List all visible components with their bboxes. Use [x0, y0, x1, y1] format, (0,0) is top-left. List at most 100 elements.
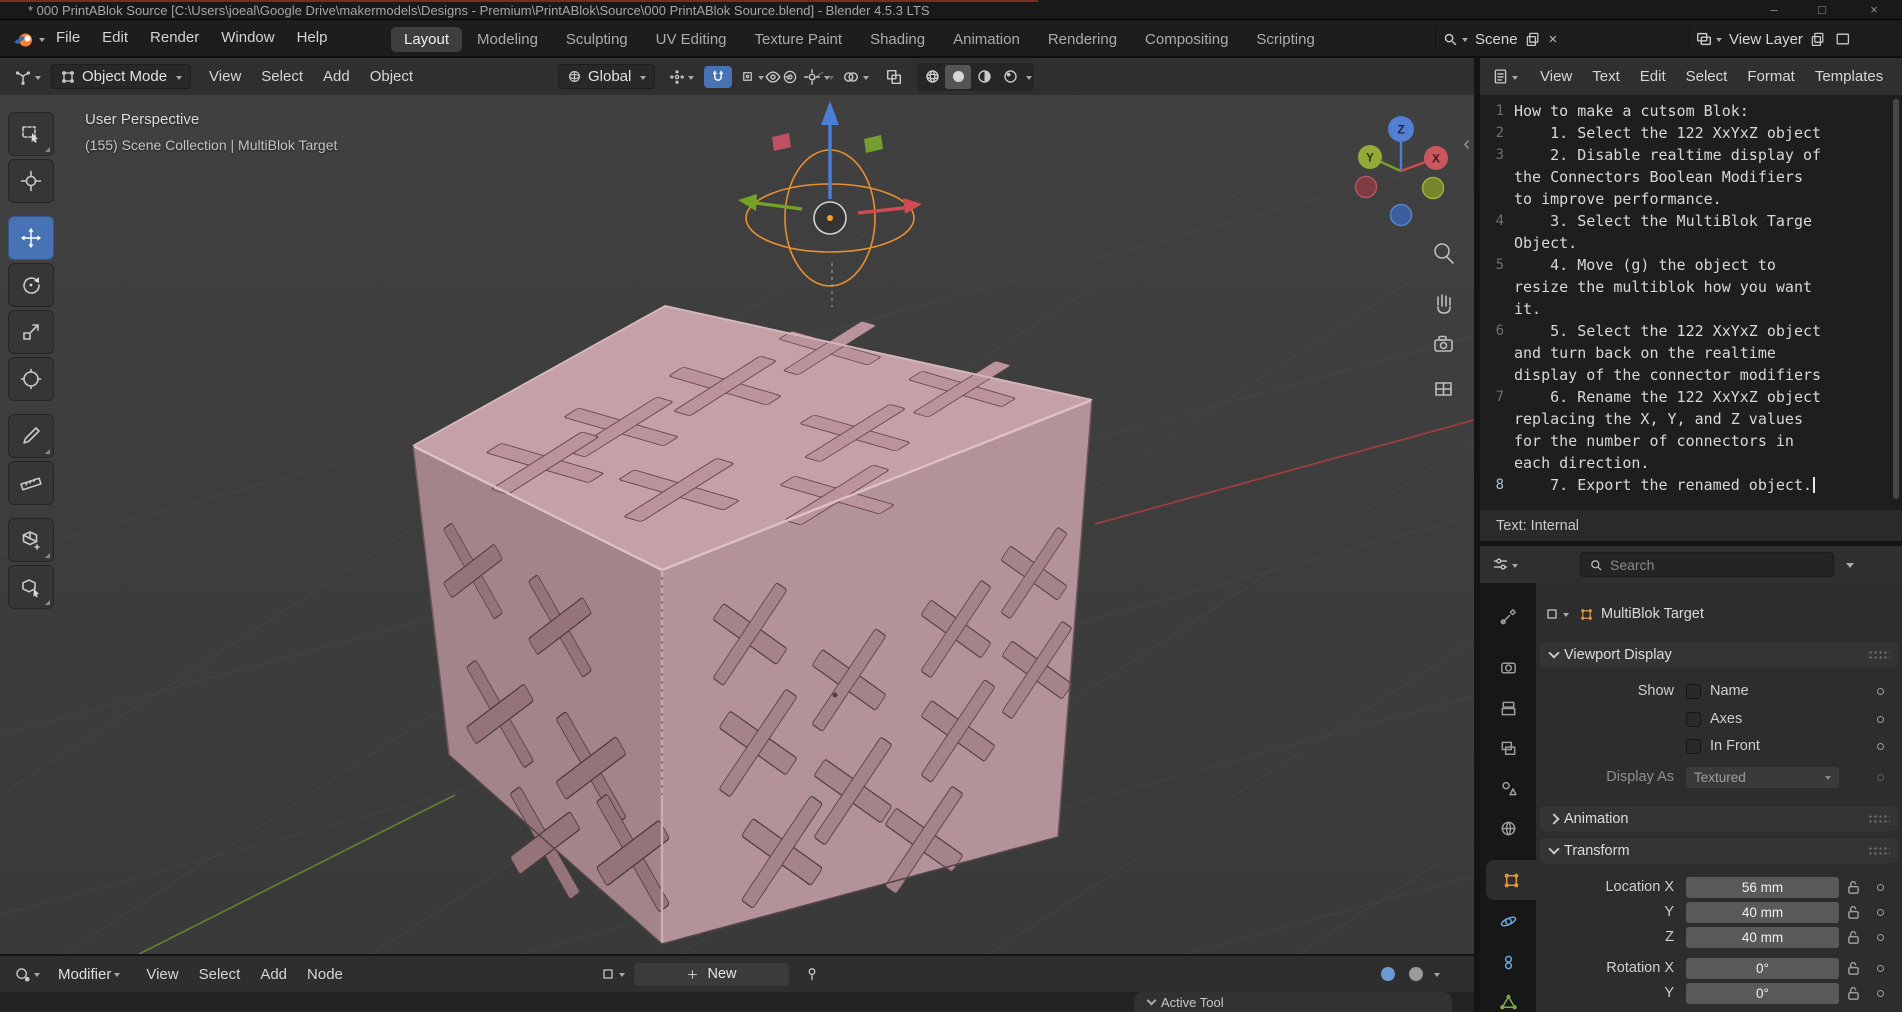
move-tool[interactable]	[8, 216, 54, 260]
pin-icon[interactable]	[804, 966, 820, 982]
text-menu-templates[interactable]: Templates	[1805, 68, 1893, 85]
workspace-tab-layout[interactable]: Layout	[391, 26, 463, 52]
node-tree-type-dropdown[interactable]: Modifier	[52, 963, 126, 986]
animate-dot[interactable]	[1877, 742, 1884, 750]
tab-tool[interactable]	[1480, 596, 1536, 636]
text-line[interactable]: for the number of connectors in	[1480, 430, 1902, 452]
move-gizmo[interactable]	[738, 101, 922, 235]
pivot-point-dropdown[interactable]	[663, 66, 700, 88]
menu-render[interactable]: Render	[139, 20, 210, 58]
tab-output[interactable]	[1480, 688, 1536, 728]
tab-view-layer[interactable]	[1480, 728, 1536, 768]
tab-scene[interactable]	[1480, 768, 1536, 808]
checkbox-in-front[interactable]	[1686, 738, 1701, 754]
editor-type-3d-viewport-icon[interactable]	[8, 65, 47, 89]
workspace-tab-compositing[interactable]: Compositing	[1132, 27, 1241, 52]
location-y-field[interactable]: 40 mm	[1686, 901, 1839, 923]
gizmo-xz-plane-handle[interactable]	[772, 133, 791, 151]
animate-dot[interactable]	[1877, 933, 1884, 941]
scale-tool[interactable]	[8, 310, 54, 354]
overlay-node-icon[interactable]	[1406, 964, 1426, 984]
workspace-tab-sculpting[interactable]: Sculpting	[553, 27, 641, 52]
text-line[interactable]: 4 3. Select the MultiBlok Targe	[1480, 210, 1902, 232]
workspace-tab-shading[interactable]: Shading	[857, 27, 938, 52]
cursor-tool[interactable]	[8, 159, 54, 203]
text-line[interactable]: resize the multiblok how you want	[1480, 276, 1902, 298]
text-line[interactable]: 6 5. Select the 122 XxYxZ object	[1480, 320, 1902, 342]
blender-logo[interactable]	[12, 29, 36, 49]
location-z-field[interactable]: 40 mm	[1686, 926, 1839, 948]
multiblok-cube-object[interactable]	[411, 304, 1094, 946]
axis-ball-neg-x[interactable]	[1354, 175, 1378, 199]
text-menu-text[interactable]: Text	[1582, 68, 1630, 85]
new-node-tree-button[interactable]: New	[633, 961, 790, 987]
lock-open-icon[interactable]	[1847, 905, 1860, 920]
text-line[interactable]: to improve performance.	[1480, 188, 1902, 210]
menu-edit[interactable]: Edit	[91, 20, 139, 58]
gizmos-dropdown[interactable]	[797, 65, 836, 89]
workspace-tab-scripting[interactable]: Scripting	[1243, 27, 1327, 52]
breadcrumb-object-name[interactable]: MultiBlok Target	[1601, 606, 1704, 622]
shading-material-button[interactable]	[971, 65, 997, 89]
panel-viewport-display[interactable]: Viewport Display	[1540, 642, 1898, 667]
node-menu-view[interactable]: View	[136, 966, 188, 983]
remove-view-layer-icon[interactable]	[1834, 31, 1850, 47]
animate-dot[interactable]	[1877, 715, 1884, 723]
gizmo-yz-plane-handle[interactable]	[864, 135, 883, 153]
new-view-layer-icon[interactable]	[1810, 31, 1826, 47]
rotation-x-field[interactable]: 0°	[1686, 957, 1839, 979]
viewport-3d[interactable]: Z Y X User Perspective (155) Scene Colle…	[0, 95, 1474, 954]
text-line[interactable]: display of the connector modifiers	[1480, 364, 1902, 386]
snap-node-icon[interactable]	[1378, 964, 1398, 984]
node-menu-node[interactable]: Node	[297, 966, 353, 983]
interactive-add-tool[interactable]	[8, 565, 54, 609]
orthographic-toggle-icon[interactable]	[1435, 382, 1452, 396]
workspace-tab-texture-paint[interactable]: Texture Paint	[742, 27, 856, 52]
menu-window[interactable]: Window	[210, 20, 285, 58]
text-line[interactable]: replacing the X, Y, and Z values	[1480, 408, 1902, 430]
animate-dot[interactable]	[1877, 989, 1884, 997]
tab-object-data[interactable]	[1480, 982, 1536, 1012]
text-datablock-label[interactable]: Text: Internal	[1480, 518, 1579, 534]
mode-dropdown[interactable]: Object Mode	[51, 64, 192, 89]
snap-toggle[interactable]	[704, 65, 733, 88]
text-menu-edit[interactable]: Edit	[1630, 68, 1676, 85]
window-titlebar[interactable]: * 000 PrintABlok Source [C:\Users\joeal\…	[0, 0, 1902, 20]
text-line[interactable]: it.	[1480, 298, 1902, 320]
properties-filter-caret[interactable]	[1846, 562, 1854, 572]
workspace-tab-rendering[interactable]: Rendering	[1035, 27, 1130, 52]
text-line[interactable]: 7 6. Rename the 122 XxYxZ object	[1480, 386, 1902, 408]
panel-transform[interactable]: Transform	[1540, 838, 1898, 863]
menu-help[interactable]: Help	[286, 20, 339, 58]
unlink-scene-icon[interactable]: ×	[1541, 31, 1566, 48]
tab-world[interactable]	[1480, 808, 1536, 848]
transform-tool[interactable]	[8, 357, 54, 401]
measure-tool[interactable]	[8, 461, 54, 505]
xray-toggle[interactable]	[879, 65, 909, 89]
viewport-menu-object[interactable]: Object	[360, 68, 423, 85]
animate-dot[interactable]	[1877, 773, 1884, 781]
text-menu-view[interactable]: View	[1530, 68, 1582, 85]
lock-open-icon[interactable]	[1847, 930, 1860, 945]
add-cube-tool[interactable]	[8, 518, 54, 562]
new-scene-icon[interactable]	[1525, 31, 1541, 47]
node-data-icon[interactable]	[600, 966, 616, 982]
active-tool-panel-header[interactable]: Active Tool	[1134, 992, 1452, 1012]
node-options-caret[interactable]	[1434, 973, 1440, 980]
axis-ball-neg-z[interactable]	[1389, 203, 1413, 227]
text-menu-format[interactable]: Format	[1737, 68, 1805, 85]
sidebar-collapse-arrow[interactable]: ‹	[1463, 133, 1470, 156]
overlays-dropdown[interactable]	[836, 65, 875, 89]
node-menu-add[interactable]: Add	[250, 966, 297, 983]
minimize-button[interactable]: –	[1750, 0, 1798, 20]
location-x-field[interactable]: 56 mm	[1686, 876, 1839, 898]
browse-scene-icon[interactable]	[1441, 30, 1459, 48]
node-menu-select[interactable]: Select	[189, 966, 251, 983]
animate-dot[interactable]	[1877, 687, 1884, 695]
text-line[interactable]: 5 4. Move (g) the object to	[1480, 254, 1902, 276]
scene-name[interactable]: Scene	[1468, 31, 1525, 48]
tab-constraints[interactable]	[1480, 942, 1536, 982]
scene-canvas[interactable]: Z Y X	[0, 95, 1474, 954]
display-as-dropdown[interactable]: Textured	[1686, 766, 1839, 788]
gizmo-y-arrow[interactable]	[738, 194, 803, 211]
